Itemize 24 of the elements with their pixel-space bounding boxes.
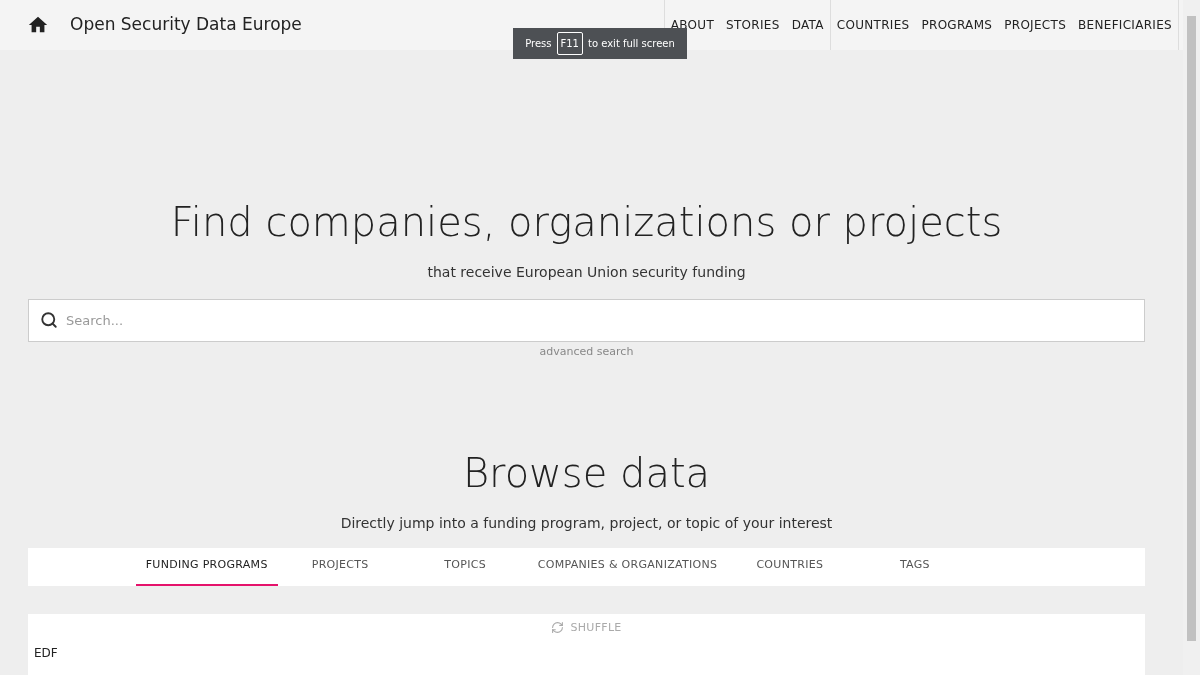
browse-tab[interactable]: COMPANIES & ORGANIZATIONS	[527, 547, 728, 586]
program-name[interactable]: EDF	[34, 646, 1145, 660]
hero-subheading: that receive European Union security funding	[427, 263, 746, 282]
browse-tab[interactable]: PROJECTS	[277, 547, 403, 586]
hero-heading: Find companies, organizations or projects	[170, 198, 1003, 247]
nav-link[interactable]: DATA	[791, 16, 824, 34]
browse-tab[interactable]: TOPICS	[402, 547, 528, 586]
toast-text: Press	[525, 37, 552, 51]
refresh-icon	[551, 621, 565, 635]
search-icon	[40, 311, 58, 329]
nav-link[interactable]: STORIES	[726, 16, 780, 34]
nav-link[interactable]: PROJECTS	[1004, 16, 1067, 34]
site-title[interactable]: Open Security Data Europe	[70, 12, 302, 38]
search-field[interactable]: Search...	[28, 299, 1145, 342]
browse-subheading: Directly jump into a funding program, project, or topic of your interest	[340, 513, 833, 533]
toast-text: to exit full screen	[588, 37, 675, 51]
nav-link[interactable]: COUNTRIES	[836, 16, 910, 34]
key-label: F11	[556, 32, 583, 55]
browse-tab[interactable]: FUNDING PROGRAMS	[135, 547, 278, 586]
nav-link[interactable]: PROGRAMS	[921, 16, 993, 34]
browse-tab[interactable]: COUNTRIES	[727, 547, 853, 586]
browse-tab[interactable]: TAGS	[852, 547, 978, 586]
browse-heading: Browse data	[462, 448, 711, 498]
nav-link[interactable]: BENEFICIARIES	[1078, 16, 1172, 34]
